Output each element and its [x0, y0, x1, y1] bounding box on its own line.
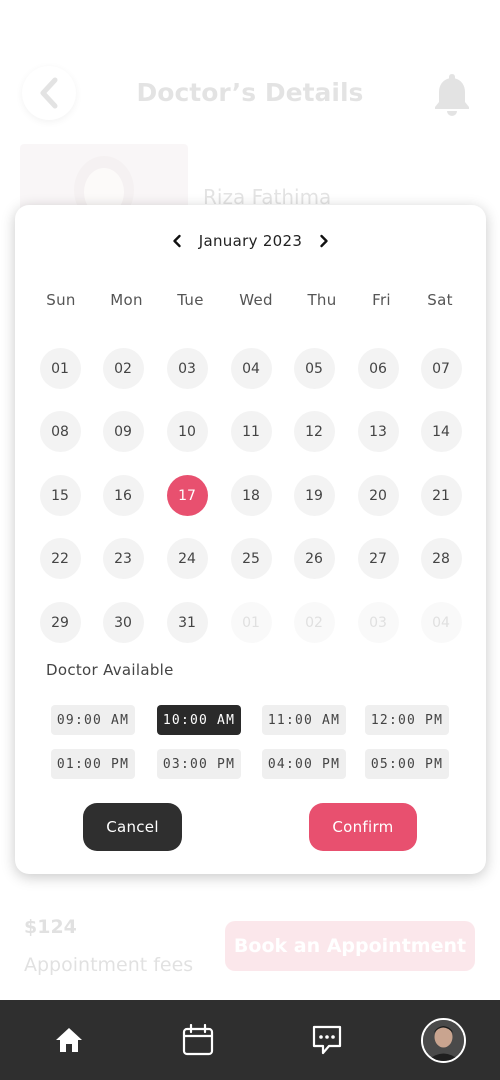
- cancel-button[interactable]: Cancel: [83, 803, 182, 851]
- nav-home[interactable]: [49, 1020, 89, 1060]
- calendar-day[interactable]: 08: [39, 411, 81, 452]
- time-slot-selected[interactable]: 10:00 AM: [157, 705, 241, 735]
- time-slot[interactable]: 09:00 AM: [51, 705, 135, 735]
- calendar-day[interactable]: 19: [293, 475, 335, 516]
- availability-label: Doctor Available: [46, 661, 174, 679]
- calendar-day[interactable]: 13: [357, 411, 399, 452]
- calendar-icon: [182, 1024, 214, 1056]
- calendar-day[interactable]: 05: [293, 348, 335, 389]
- calendar-day[interactable]: 06: [357, 348, 399, 389]
- calendar-day[interactable]: 01: [39, 348, 81, 389]
- next-month-button[interactable]: [308, 229, 340, 253]
- calendar-day[interactable]: 10: [166, 411, 208, 452]
- weekday-label: Wed: [239, 291, 273, 309]
- calendar-day-next-month: 03: [357, 602, 399, 643]
- calendar-day[interactable]: 28: [420, 538, 462, 579]
- calendar-day[interactable]: 30: [102, 602, 144, 643]
- date-time-picker-modal: January 2023 Sun Mon Tue Wed Thu Fri Sat 01 02 0…: [15, 205, 486, 874]
- time-slot[interactable]: 04:00 PM: [262, 749, 346, 779]
- weekday-label: Mon: [110, 291, 143, 309]
- month-navigation: January 2023: [15, 229, 486, 253]
- calendar-day[interactable]: 04: [230, 348, 272, 389]
- bottom-navigation: [0, 1000, 500, 1080]
- nav-messages[interactable]: [307, 1020, 347, 1060]
- chevron-right-icon: [320, 234, 328, 248]
- nav-calendar[interactable]: [178, 1020, 218, 1060]
- weekday-label: Tue: [177, 291, 204, 309]
- time-slot[interactable]: 01:00 PM: [51, 749, 135, 779]
- time-slot[interactable]: 12:00 PM: [365, 705, 449, 735]
- fee-price: $124: [24, 916, 77, 938]
- calendar-day[interactable]: 21: [420, 475, 462, 516]
- weekday-label: Thu: [307, 291, 337, 309]
- calendar-day[interactable]: 16: [102, 475, 144, 516]
- chat-icon: [312, 1025, 342, 1055]
- calendar-day[interactable]: 31: [166, 602, 208, 643]
- time-slot[interactable]: 05:00 PM: [365, 749, 449, 779]
- calendar-day[interactable]: 03: [166, 348, 208, 389]
- calendar-day[interactable]: 12: [293, 411, 335, 452]
- prev-month-button[interactable]: [161, 229, 193, 253]
- calendar-day[interactable]: 20: [357, 475, 399, 516]
- page-title: Doctor’s Details: [136, 78, 364, 107]
- calendar-day[interactable]: 23: [102, 538, 144, 579]
- bell-icon[interactable]: [428, 70, 476, 118]
- calendar-day[interactable]: 02: [102, 348, 144, 389]
- calendar-day[interactable]: 14: [420, 411, 462, 452]
- fee-label: Appointment fees: [24, 954, 194, 976]
- calendar-day[interactable]: 11: [230, 411, 272, 452]
- calendar-day[interactable]: 25: [230, 538, 272, 579]
- home-icon: [56, 1028, 82, 1052]
- calendar-day-next-month: 01: [230, 602, 272, 643]
- calendar-day[interactable]: 26: [293, 538, 335, 579]
- calendar-day[interactable]: 24: [166, 538, 208, 579]
- weekday-label: Fri: [372, 291, 391, 309]
- calendar-day[interactable]: 22: [39, 538, 81, 579]
- weekday-label: Sun: [46, 291, 76, 309]
- calendar-day-next-month: 02: [293, 602, 335, 643]
- time-slot[interactable]: 11:00 AM: [262, 705, 346, 735]
- calendar-day[interactable]: 15: [39, 475, 81, 516]
- time-slot[interactable]: 03:00 PM: [157, 749, 241, 779]
- calendar-day[interactable]: 27: [357, 538, 399, 579]
- calendar-day[interactable]: 09: [102, 411, 144, 452]
- weekday-label: Sat: [427, 291, 453, 309]
- chevron-left-icon: [173, 234, 181, 248]
- calendar-day-selected[interactable]: 17: [166, 475, 208, 516]
- calendar-day[interactable]: 29: [39, 602, 81, 643]
- calendar-day[interactable]: 18: [230, 475, 272, 516]
- user-avatar-icon: [423, 1020, 464, 1061]
- profile-avatar[interactable]: [421, 1018, 466, 1063]
- book-appointment-button[interactable]: Book an Appointment: [225, 921, 475, 971]
- month-label: January 2023: [198, 232, 303, 250]
- calendar-day-next-month: 04: [420, 602, 462, 643]
- confirm-button[interactable]: Confirm: [309, 803, 417, 851]
- calendar-day[interactable]: 07: [420, 348, 462, 389]
